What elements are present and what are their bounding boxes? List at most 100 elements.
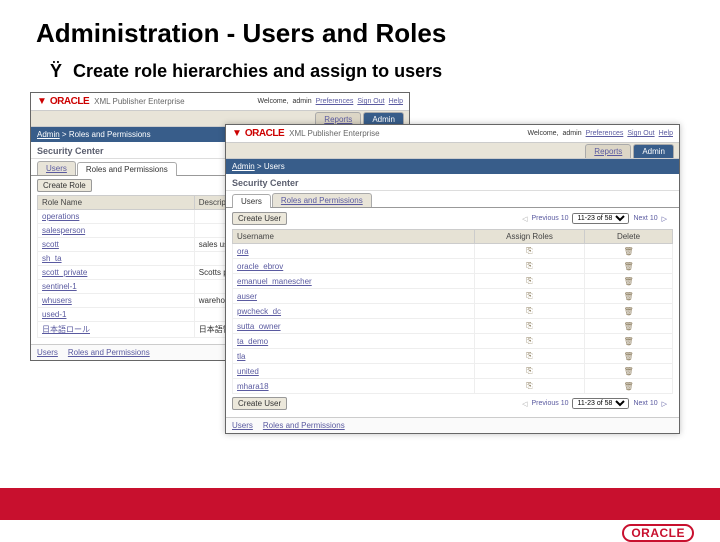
pager-next[interactable]: Next 10 — [633, 400, 657, 407]
pager-next[interactable]: Next 10 — [633, 215, 657, 222]
role-link[interactable]: sentinel-1 — [42, 282, 77, 291]
user-link[interactable]: united — [237, 367, 259, 376]
user-link[interactable]: oracle_ebrov — [237, 262, 283, 271]
footer-users[interactable]: Users — [232, 421, 253, 430]
assign-roles-icon[interactable]: ⎘ — [525, 336, 535, 346]
red-strip — [0, 488, 720, 520]
top-links: Welcome, admin Preferences Sign Out Help — [528, 130, 673, 137]
footer-roles[interactable]: Roles and Permissions — [68, 348, 150, 357]
breadcrumb: Admin > Users — [226, 159, 679, 174]
assign-roles-icon[interactable]: ⎘ — [525, 261, 535, 271]
pager-prev[interactable]: Previous 10 — [532, 400, 569, 407]
table-row: auser ⎘ 🗑 — [233, 289, 673, 304]
tab-admin[interactable]: Admin — [633, 144, 674, 158]
brand-triangle-icon: ▼ — [232, 128, 242, 139]
delete-icon[interactable]: 🗑 — [624, 277, 634, 286]
delete-icon[interactable]: 🗑 — [624, 292, 634, 301]
user-link[interactable]: auser — [237, 292, 257, 301]
brand-oracle: ORACLE — [245, 128, 284, 139]
user-link[interactable]: mhara18 — [237, 382, 269, 391]
pager-next-icon[interactable]: ▷ — [662, 400, 667, 408]
link-signout[interactable]: Sign Out — [627, 130, 654, 137]
role-link[interactable]: scott_private — [42, 268, 87, 277]
role-link[interactable]: salesperson — [42, 226, 85, 235]
role-link[interactable]: operations — [42, 212, 79, 221]
role-link[interactable]: 日本語ロール — [42, 325, 90, 334]
delete-icon[interactable]: 🗑 — [624, 262, 634, 271]
main-tabstrip: Reports Admin — [226, 142, 679, 159]
welcome-user: admin — [293, 98, 312, 105]
tab-reports[interactable]: Reports — [585, 144, 631, 158]
users-table: Username Assign Roles Delete ora⎘🗑oracle… — [232, 229, 673, 394]
assign-roles-icon[interactable]: ⎘ — [525, 351, 535, 361]
link-help[interactable]: Help — [389, 98, 403, 105]
delete-icon[interactable]: 🗑 — [624, 247, 634, 256]
assign-roles-icon[interactable]: ⎘ — [525, 291, 535, 301]
pager-top: ◁ Previous 10 11-23 of 58 Next 10 ▷ — [516, 211, 673, 226]
assign-roles-icon[interactable]: ⎘ — [525, 246, 535, 256]
crumb-leaf: Users — [264, 162, 285, 171]
table-row: oracle_ebrov ⎘ 🗑 — [233, 259, 673, 274]
slide-title: Administration - Users and Roles — [0, 0, 720, 57]
link-signout[interactable]: Sign Out — [357, 98, 384, 105]
pager-range-select[interactable]: 11-23 of 58 — [572, 213, 629, 224]
link-help[interactable]: Help — [659, 130, 673, 137]
crumb-admin[interactable]: Admin — [232, 162, 255, 171]
assign-roles-icon[interactable]: ⎘ — [525, 381, 535, 391]
pager-bottom: ◁ Previous 10 11-23 of 58 Next 10 ▷ — [516, 396, 673, 411]
pager-prev-icon: ◁ — [522, 400, 527, 408]
col-username: Username — [233, 230, 475, 244]
logo-wrap: ORACLE — [0, 520, 720, 542]
topbar: ▼ ORACLE XML Publisher Enterprise Welcom… — [31, 93, 409, 110]
create-user-button[interactable]: Create User — [232, 212, 287, 225]
create-user-button-bottom[interactable]: Create User — [232, 397, 287, 410]
role-link[interactable]: sh_ta — [42, 254, 62, 263]
table-row: ora ⎘ 🗑 — [233, 244, 673, 259]
link-preferences[interactable]: Preferences — [316, 98, 354, 105]
col-delete: Delete — [585, 230, 673, 244]
subtab-users[interactable]: Users — [232, 194, 271, 208]
pager-range-select[interactable]: 11-23 of 58 — [572, 398, 629, 409]
delete-icon[interactable]: 🗑 — [624, 337, 634, 346]
brand: ▼ ORACLE XML Publisher Enterprise — [232, 128, 380, 139]
delete-icon[interactable]: 🗑 — [624, 367, 634, 376]
top-links: Welcome, admin Preferences Sign Out Help — [258, 98, 403, 105]
brand-product: XML Publisher Enterprise — [94, 97, 184, 106]
brand: ▼ ORACLE XML Publisher Enterprise — [37, 96, 185, 107]
user-link[interactable]: ora — [237, 247, 249, 256]
assign-roles-icon[interactable]: ⎘ — [525, 321, 535, 331]
assign-roles-icon[interactable]: ⎘ — [525, 276, 535, 286]
footer-users[interactable]: Users — [37, 348, 58, 357]
user-link[interactable]: ta_demo — [237, 337, 268, 346]
subtab-roles[interactable]: Roles and Permissions — [272, 193, 372, 207]
role-link[interactable]: used-1 — [42, 310, 66, 319]
section-header: Security Center — [226, 174, 679, 191]
delete-icon[interactable]: 🗑 — [624, 307, 634, 316]
delete-icon[interactable]: 🗑 — [624, 322, 634, 331]
footer-roles[interactable]: Roles and Permissions — [263, 421, 345, 430]
table-row: emanuel_manescher ⎘ 🗑 — [233, 274, 673, 289]
assign-roles-icon[interactable]: ⎘ — [525, 306, 535, 316]
pager-next-icon[interactable]: ▷ — [662, 215, 667, 223]
create-role-button[interactable]: Create Role — [37, 179, 92, 192]
crumb-leaf: Roles and Permissions — [69, 130, 151, 139]
user-link[interactable]: pwcheck_dc — [237, 307, 281, 316]
subtab-users[interactable]: Users — [37, 161, 76, 175]
user-link[interactable]: sutta_owner — [237, 322, 281, 331]
role-link[interactable]: scott — [42, 240, 59, 249]
user-link[interactable]: tla — [237, 352, 245, 361]
link-preferences[interactable]: Preferences — [586, 130, 624, 137]
role-link[interactable]: whusers — [42, 296, 72, 305]
subtabs: Users Roles and Permissions — [226, 193, 679, 208]
brand-oracle: ORACLE — [50, 96, 89, 107]
delete-icon[interactable]: 🗑 — [624, 352, 634, 361]
table-row: mhara18 ⎘ 🗑 — [233, 379, 673, 394]
pager-prev[interactable]: Previous 10 — [532, 215, 569, 222]
oracle-logo: ORACLE — [622, 524, 694, 542]
user-link[interactable]: emanuel_manescher — [237, 277, 312, 286]
welcome-prefix: Welcome, — [258, 98, 289, 105]
delete-icon[interactable]: 🗑 — [624, 382, 634, 391]
assign-roles-icon[interactable]: ⎘ — [525, 366, 535, 376]
crumb-admin[interactable]: Admin — [37, 130, 60, 139]
subtab-roles[interactable]: Roles and Permissions — [77, 162, 177, 176]
